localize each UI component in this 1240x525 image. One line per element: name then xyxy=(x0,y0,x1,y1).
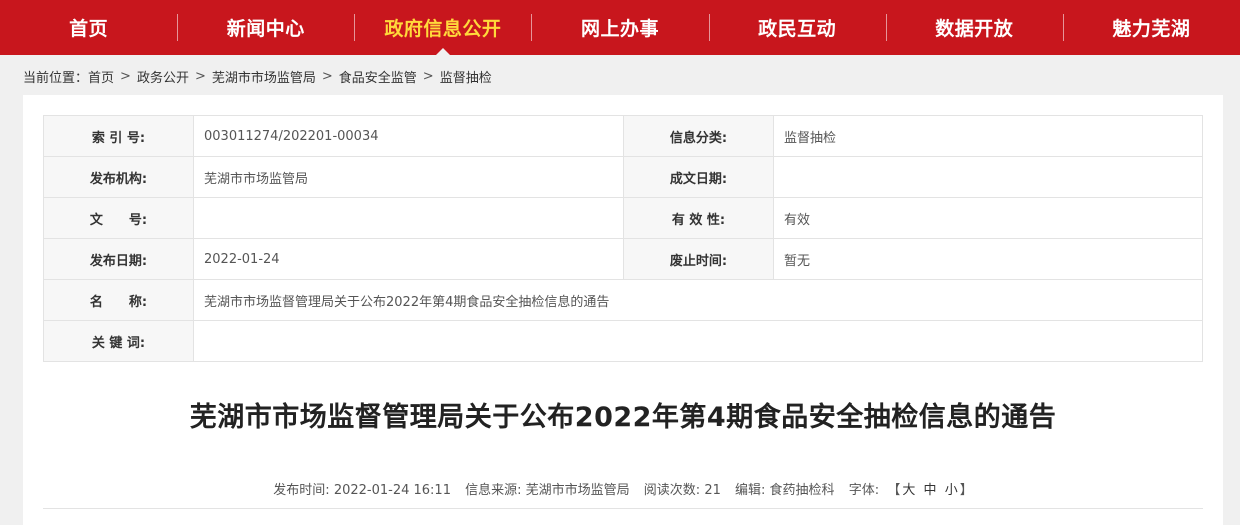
divider xyxy=(43,508,1203,509)
breadcrumb-separator: > xyxy=(194,68,206,84)
table-row: 文 号: 有 效 性: 有效 xyxy=(43,197,1203,239)
table-row: 关 键 词: xyxy=(43,320,1203,362)
expire-value: 暂无 xyxy=(773,238,1203,280)
font-small-button[interactable]: 小 xyxy=(945,483,958,498)
keywords-value xyxy=(193,320,1203,362)
editor-value: 食药抽检科 xyxy=(769,483,835,498)
views-label: 阅读次数: xyxy=(643,483,701,498)
breadcrumb-separator: > xyxy=(120,68,131,84)
pub-date-label: 发布日期: xyxy=(43,238,194,280)
index-no-label: 索 引 号: xyxy=(43,115,194,157)
created-date-label: 成文日期: xyxy=(623,156,774,198)
category-value: 监督抽检 xyxy=(773,115,1203,157)
nav-item-label: 政府信息公开 xyxy=(384,18,502,40)
keywords-label: 关 键 词: xyxy=(43,320,194,362)
nav-item-label: 魅力芜湖 xyxy=(1112,18,1191,40)
source-label: 信息来源: xyxy=(465,483,522,498)
font-large-button[interactable]: 大 xyxy=(902,483,915,498)
breadcrumb: 当前位置： 首页 > 政务公开 > 芜湖市市场监管局 > 食品安全监管 > 监督… xyxy=(23,66,492,86)
nav-item-open-data[interactable]: 数据开放 xyxy=(885,0,1063,55)
index-no-value: 003011274/202201-00034 xyxy=(193,115,624,157)
expire-label: 废止时间: xyxy=(623,238,774,280)
views-value: 21 xyxy=(704,483,721,498)
nav-item-charm-wuhu[interactable]: 魅力芜湖 xyxy=(1062,0,1240,55)
nav-item-label: 政民互动 xyxy=(758,18,837,40)
nav-item-label: 新闻中心 xyxy=(226,18,305,40)
editor-label: 编辑: xyxy=(735,483,766,498)
table-row: 名 称: 芜湖市市场监督管理局关于公布2022年第4期食品安全抽检信息的通告 xyxy=(43,279,1203,321)
validity-label: 有 效 性: xyxy=(623,197,774,239)
pub-date-value: 2022-01-24 xyxy=(193,238,624,280)
font-size-label: 字体: xyxy=(848,483,880,498)
nav-item-home[interactable]: 首页 xyxy=(0,0,177,55)
doc-no-value xyxy=(193,197,624,239)
nav-item-label: 首页 xyxy=(69,18,109,40)
validity-value: 有效 xyxy=(773,197,1203,239)
content-card: 索 引 号: 003011274/202201-00034 信息分类: 监督抽检… xyxy=(23,95,1223,525)
top-nav: 首页 新闻中心 政府信息公开 网上办事 政民互动 数据开放 魅力芜湖 xyxy=(0,0,1240,55)
breadcrumb-separator: > xyxy=(422,68,434,84)
publisher-label: 发布机构: xyxy=(43,156,194,198)
nav-item-label: 网上办事 xyxy=(580,18,659,40)
category-label: 信息分类: xyxy=(623,115,774,157)
nav-item-interaction[interactable]: 政民互动 xyxy=(708,0,886,55)
publisher-value: 芜湖市市场监管局 xyxy=(193,156,624,198)
breadcrumb-gov-affairs[interactable]: 政务公开 xyxy=(137,67,189,86)
nav-item-gov-info[interactable]: 政府信息公开 xyxy=(354,0,531,55)
font-medium-button[interactable]: 中 xyxy=(924,483,937,498)
font-bracket-open: 【 xyxy=(887,483,901,498)
table-row: 发布机构: 芜湖市市场监管局 成文日期: xyxy=(43,156,1203,198)
breadcrumb-home[interactable]: 首页 xyxy=(88,67,114,86)
breadcrumb-separator: > xyxy=(321,68,333,84)
doc-no-label: 文 号: xyxy=(43,197,194,239)
info-table: 索 引 号: 003011274/202201-00034 信息分类: 监督抽检… xyxy=(43,115,1203,362)
source-value: 芜湖市市场监管局 xyxy=(525,483,630,498)
name-value: 芜湖市市场监督管理局关于公布2022年第4期食品安全抽检信息的通告 xyxy=(193,279,1203,321)
article-title: 芜湖市市场监督管理局关于公布2022年第4期食品安全抽检信息的通告 xyxy=(189,402,1057,433)
breadcrumb-prefix: 当前位置： xyxy=(23,70,89,86)
nav-item-online-service[interactable]: 网上办事 xyxy=(531,0,708,55)
breadcrumb-food-safety[interactable]: 食品安全监管 xyxy=(339,67,417,86)
breadcrumb-market-bureau[interactable]: 芜湖市市场监管局 xyxy=(212,67,316,86)
publish-time-label: 发布时间: xyxy=(273,483,330,498)
article-meta: 发布时间: 2022-01-24 16:11 信息来源: 芜湖市市场监管局 阅读… xyxy=(23,479,1223,498)
created-date-value xyxy=(773,156,1203,198)
table-row: 发布日期: 2022-01-24 废止时间: 暂无 xyxy=(43,238,1203,280)
table-row: 索 引 号: 003011274/202201-00034 信息分类: 监督抽检 xyxy=(43,115,1203,157)
publish-time-value: 2022-01-24 16:11 xyxy=(333,483,451,498)
breadcrumb-inspection[interactable]: 监督抽检 xyxy=(440,67,492,86)
nav-item-label: 数据开放 xyxy=(935,18,1014,40)
name-label: 名 称: xyxy=(43,279,194,321)
nav-item-news[interactable]: 新闻中心 xyxy=(177,0,354,55)
font-bracket-close: 】 xyxy=(959,483,973,498)
active-caret xyxy=(435,48,450,55)
